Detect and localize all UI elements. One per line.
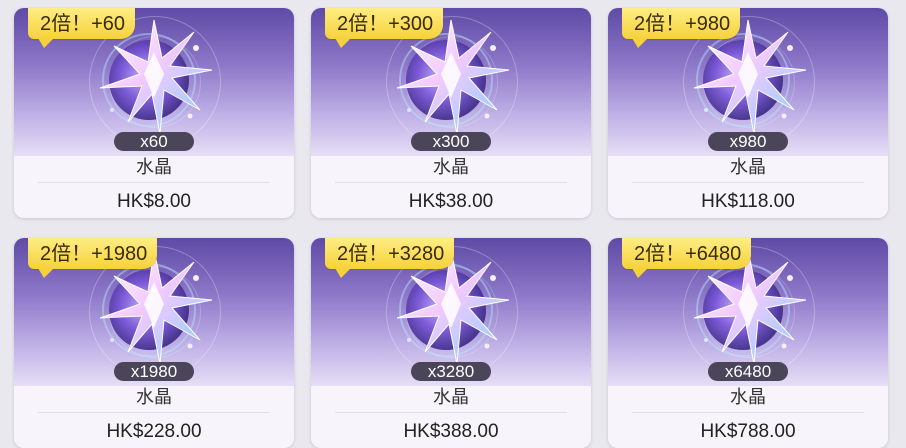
bonus-badge: 2倍！+980 (622, 8, 741, 39)
divider (335, 182, 567, 183)
product-card-980[interactable]: 2倍！+980 x980 水晶 HK$118.00 (608, 8, 888, 218)
price-button[interactable]: HK$8.00 (14, 191, 294, 213)
product-name: 水晶 (433, 157, 469, 177)
divider (38, 412, 270, 413)
product-name: 水晶 (136, 387, 172, 407)
price-button[interactable]: HK$228.00 (14, 421, 294, 443)
price-button[interactable]: HK$788.00 (608, 421, 888, 443)
badge-tail (632, 38, 648, 48)
bonus-badge: 2倍！+300 (325, 8, 444, 39)
product-name: 水晶 (730, 157, 766, 177)
price-button[interactable]: HK$38.00 (311, 191, 591, 213)
divider (632, 412, 864, 413)
quantity-label: x3280 (411, 362, 491, 381)
quantity-label: x300 (411, 132, 491, 151)
divider (632, 182, 864, 183)
badge-tail (335, 38, 351, 48)
bonus-badge: 2倍！+1980 (28, 238, 158, 269)
badge-tail (632, 268, 648, 278)
bonus-badge: 2倍！+6480 (622, 238, 752, 269)
quantity-label: x60 (114, 132, 194, 151)
product-card-3280[interactable]: 2倍！+3280 x3280 水晶 HK$388.00 (311, 238, 591, 448)
bonus-badge: 2倍！+3280 (325, 238, 455, 269)
product-card-6480[interactable]: 2倍！+6480 x6480 水晶 HK$788.00 (608, 238, 888, 448)
badge-tail (335, 268, 351, 278)
badge-tail (38, 268, 54, 278)
badge-tail (38, 38, 54, 48)
bonus-badge: 2倍！+60 (28, 8, 136, 39)
divider (335, 412, 567, 413)
quantity-label: x6480 (708, 362, 788, 381)
product-name: 水晶 (730, 387, 766, 407)
product-card-1980[interactable]: 2倍！+1980 x1980 水晶 HK$228.00 (14, 238, 294, 448)
product-card-60[interactable]: 2倍！+60 x60 水晶 HK$8.00 (14, 8, 294, 218)
quantity-label: x1980 (114, 362, 194, 381)
price-button[interactable]: HK$388.00 (311, 421, 591, 443)
product-name: 水晶 (433, 387, 469, 407)
divider (38, 182, 270, 183)
quantity-label: x980 (708, 132, 788, 151)
price-button[interactable]: HK$118.00 (608, 191, 888, 213)
product-card-300[interactable]: 2倍！+300 x300 水晶 HK$38.00 (311, 8, 591, 218)
product-name: 水晶 (136, 157, 172, 177)
